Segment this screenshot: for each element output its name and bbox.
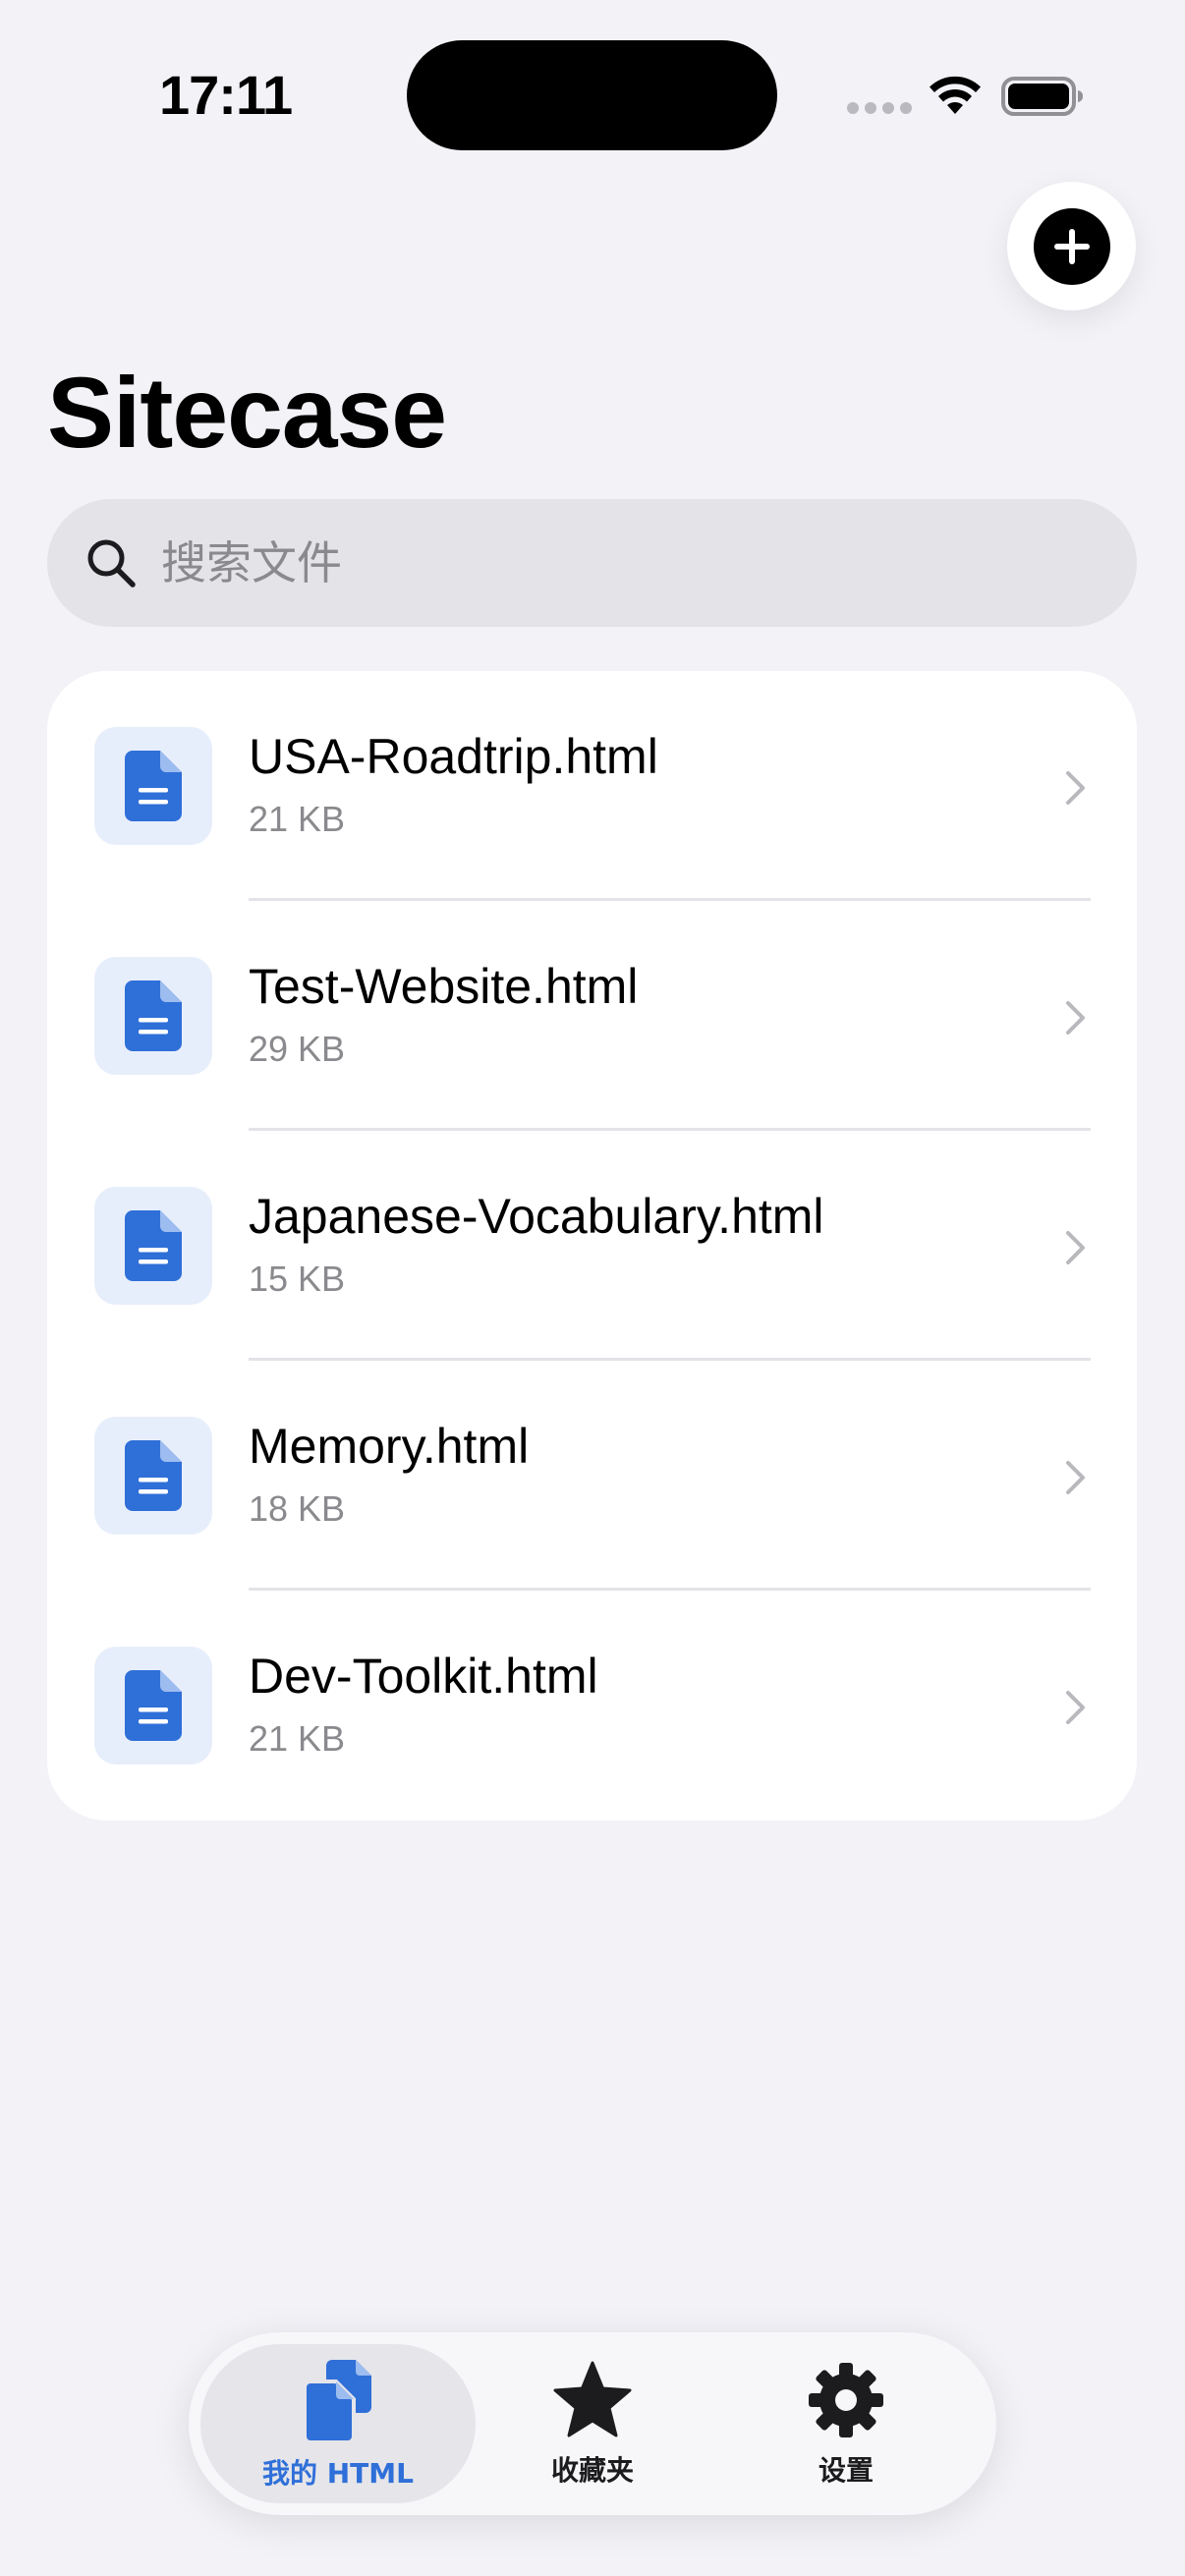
page-title: Sitecase <box>47 357 447 469</box>
search-icon <box>87 539 136 588</box>
cellular-signal-icon <box>847 102 912 114</box>
search-bar[interactable] <box>47 499 1137 627</box>
file-name: Test-Website.html <box>249 959 639 1014</box>
tab-label: 收藏夹 <box>550 2454 634 2487</box>
chevron-right-icon <box>1066 1231 1085 1264</box>
tab-settings[interactable]: 设置 <box>708 2344 984 2503</box>
file-name: USA-Roadtrip.html <box>249 729 658 784</box>
tab-label: 设置 <box>818 2454 874 2487</box>
tab-label: 我的 HTML <box>262 2457 414 2490</box>
document-icon <box>94 1647 212 1764</box>
status-icons <box>847 69 1083 124</box>
status-time: 17:11 <box>159 64 293 126</box>
plus-circle-icon <box>1033 207 1110 285</box>
dynamic-island <box>407 40 777 150</box>
document-icon <box>94 1417 212 1535</box>
file-row[interactable]: Test-Website.html 29 KB <box>47 901 1137 1131</box>
chevron-right-icon <box>1066 1461 1085 1494</box>
star-icon <box>553 2361 632 2437</box>
battery-icon <box>1001 77 1083 116</box>
tab-my-html[interactable]: 我的 HTML <box>200 2344 476 2503</box>
gear-icon <box>809 2363 883 2437</box>
chevron-right-icon <box>1066 1001 1085 1035</box>
documents-icon <box>303 2360 371 2444</box>
add-file-button[interactable] <box>1007 182 1136 310</box>
file-list: USA-Roadtrip.html 21 KB Test-Website.htm… <box>47 671 1137 1820</box>
document-icon <box>94 727 212 845</box>
file-name: Dev-Toolkit.html <box>249 1649 598 1704</box>
search-input[interactable] <box>161 499 1104 627</box>
chevron-right-icon <box>1066 771 1085 805</box>
file-name: Memory.html <box>249 1419 530 1474</box>
file-row[interactable]: Dev-Toolkit.html 21 KB <box>47 1591 1137 1820</box>
file-size: 15 KB <box>249 1259 346 1299</box>
file-size: 21 KB <box>249 799 346 839</box>
wifi-icon <box>930 76 981 114</box>
file-size: 29 KB <box>249 1029 346 1069</box>
file-row[interactable]: Memory.html 18 KB <box>47 1361 1137 1591</box>
document-icon <box>94 1187 212 1305</box>
file-row[interactable]: USA-Roadtrip.html 21 KB <box>47 671 1137 901</box>
file-row[interactable]: Japanese-Vocabulary.html 15 KB <box>47 1131 1137 1361</box>
file-name: Japanese-Vocabulary.html <box>249 1189 824 1244</box>
file-size: 18 KB <box>249 1488 346 1529</box>
tab-favorites[interactable]: 收藏夹 <box>455 2344 730 2503</box>
tab-bar: 我的 HTML 收藏夹 设置 <box>189 2332 996 2515</box>
document-icon <box>94 957 212 1075</box>
chevron-right-icon <box>1066 1691 1085 1724</box>
file-size: 21 KB <box>249 1718 346 1759</box>
